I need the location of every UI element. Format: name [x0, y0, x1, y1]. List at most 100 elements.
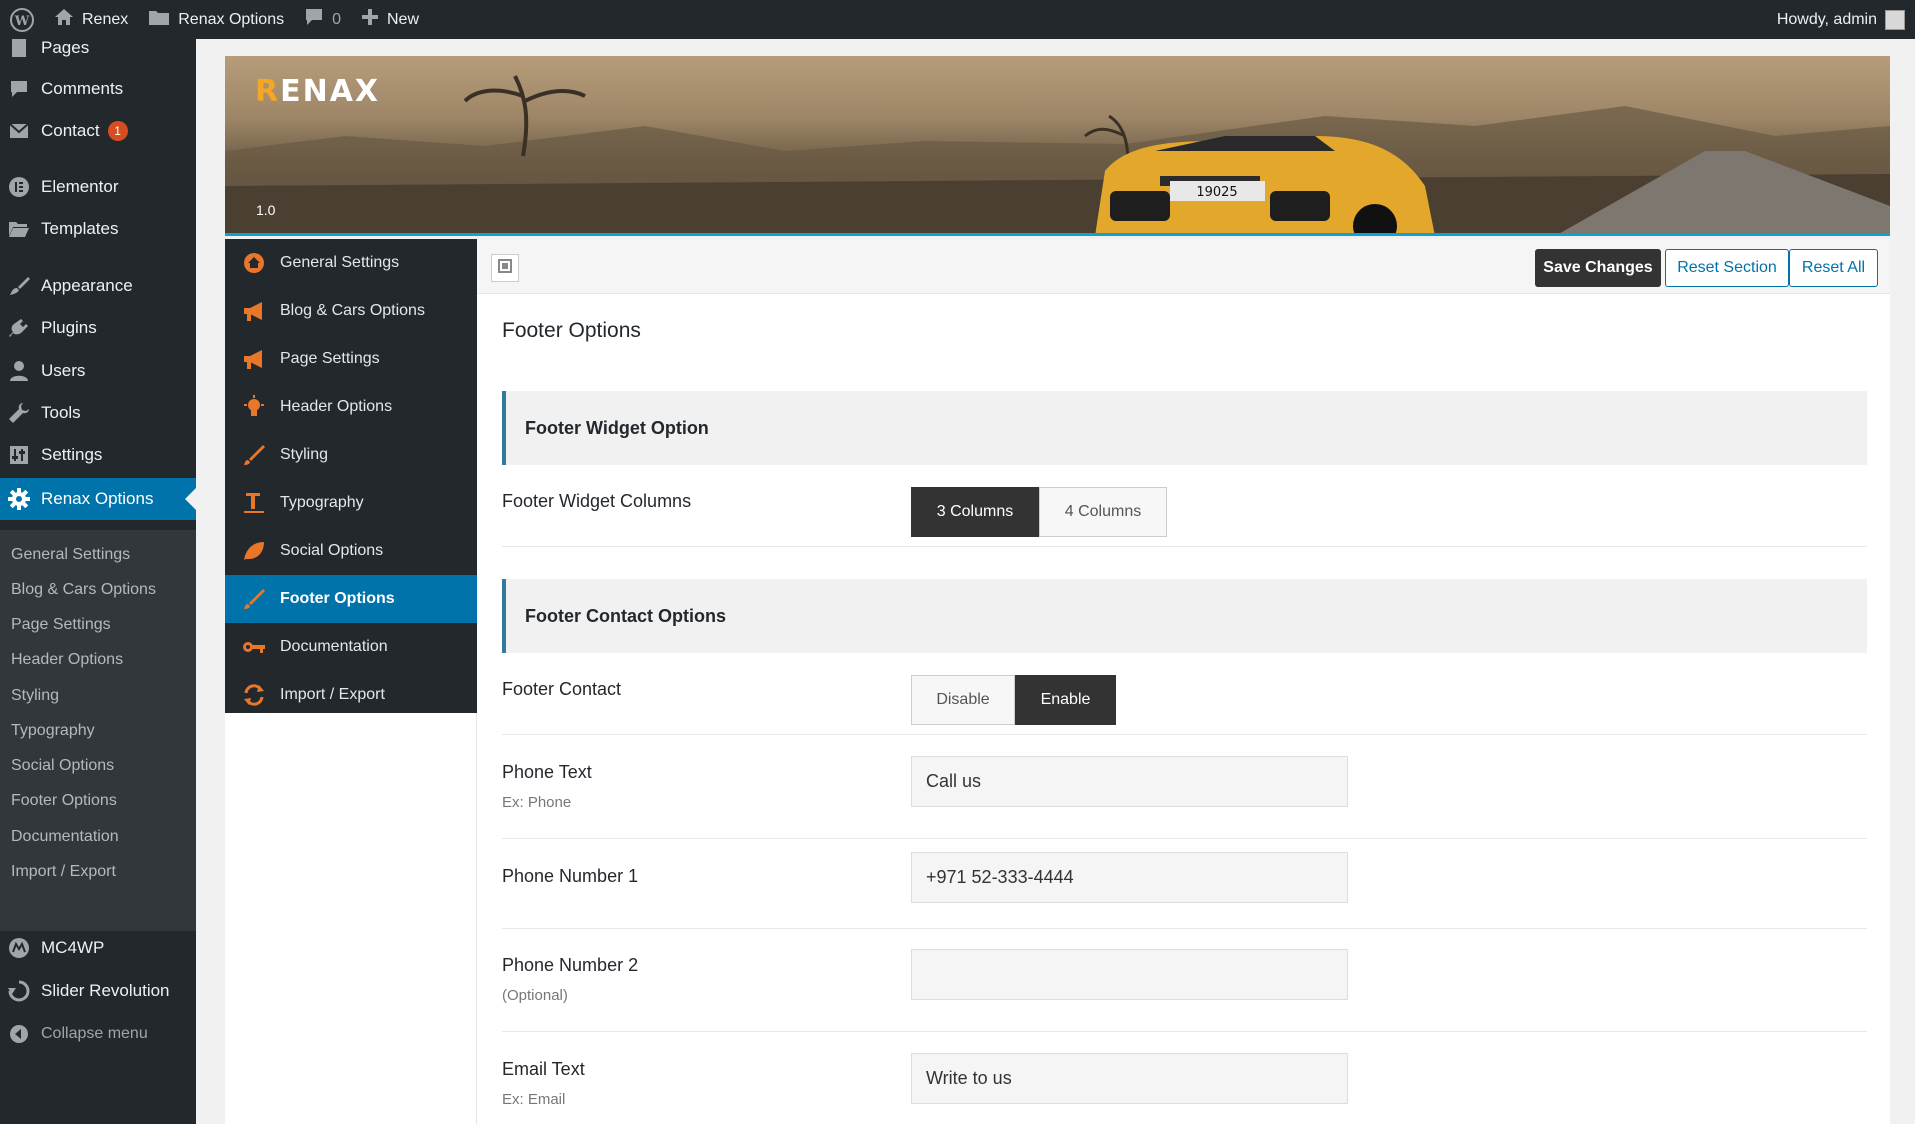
- key-icon: [241, 634, 267, 660]
- submenu-item-header-options[interactable]: Header Options: [11, 645, 123, 675]
- opt-nav-social-options[interactable]: Social Options: [225, 527, 477, 575]
- phone-text-label: Phone Text: [502, 762, 592, 782]
- megaphone-icon: [241, 346, 267, 372]
- site-name-link[interactable]: Renex: [44, 0, 138, 39]
- avatar: [1885, 9, 1905, 30]
- opt-nav-footer-options[interactable]: Footer Options: [225, 575, 477, 623]
- wrench-icon: [8, 402, 30, 424]
- opt-nav-blog-cars-options[interactable]: Blog & Cars Options: [225, 287, 477, 335]
- opt-nav-label: Page Settings: [280, 350, 380, 367]
- expand-options-button[interactable]: [491, 254, 519, 282]
- phone-text-description: Ex: Phone: [502, 794, 572, 811]
- settings-sliders-icon: [8, 444, 30, 466]
- submenu-item-typography[interactable]: Typography: [11, 716, 95, 746]
- save-changes-button[interactable]: Save Changes: [1535, 249, 1661, 287]
- reset-section-button[interactable]: Reset Section: [1665, 249, 1789, 287]
- divider: [502, 734, 1867, 735]
- menu-item-renax-options[interactable]: Renax Options: [0, 478, 196, 520]
- opt-nav-typography[interactable]: Typography: [225, 479, 477, 527]
- my-account[interactable]: Howdy, admin: [1776, 9, 1915, 30]
- phone-number-2-input[interactable]: [911, 949, 1348, 1000]
- submenu-item-social-options[interactable]: Social Options: [11, 751, 114, 781]
- menu-item-plugins[interactable]: Plugins: [0, 307, 196, 349]
- phone-number-1-input[interactable]: [911, 852, 1348, 903]
- plus-icon: [361, 8, 379, 31]
- new-content-link[interactable]: New: [351, 0, 429, 39]
- reset-all-button[interactable]: Reset All: [1789, 249, 1878, 287]
- renax-options-submenu: General Settings Blog & Cars Options Pag…: [0, 530, 196, 931]
- menu-item-appearance[interactable]: Appearance: [0, 265, 196, 307]
- menu-item-users[interactable]: Users: [0, 350, 196, 392]
- phone-text-input[interactable]: [911, 756, 1348, 807]
- submenu-item-footer-options[interactable]: Footer Options: [11, 786, 117, 816]
- plug-icon: [8, 317, 30, 339]
- opt-nav-general-settings[interactable]: General Settings: [225, 239, 477, 287]
- menu-label-elementor: Elementor: [41, 177, 119, 196]
- opt-nav-header-options[interactable]: Header Options: [225, 383, 477, 431]
- lightbulb-icon: [241, 394, 267, 420]
- opt-nav-styling[interactable]: Styling: [225, 431, 477, 479]
- wordpress-logo-icon[interactable]: W: [0, 0, 44, 39]
- leaf-icon: [241, 538, 267, 564]
- options-main-panel: Save Changes Reset Section Reset All Foo…: [477, 239, 1890, 1124]
- text-height-icon: [241, 490, 267, 516]
- menu-label-tools: Tools: [41, 403, 81, 422]
- menu-label-mc4wp: MC4WP: [41, 938, 105, 957]
- submenu-item-documentation[interactable]: Documentation: [11, 822, 119, 852]
- menu-label-collapse: Collapse menu: [41, 1025, 148, 1042]
- menu-item-comments[interactable]: Comments: [0, 68, 196, 110]
- email-text-input[interactable]: [911, 1053, 1348, 1104]
- renax-logo: RENAX: [255, 74, 381, 109]
- footer-contact-enable-option[interactable]: Enable: [1015, 675, 1116, 725]
- menu-item-mc4wp[interactable]: MC4WP: [0, 927, 196, 969]
- menu-label-settings: Settings: [41, 445, 103, 464]
- footer-widget-group-header: Footer Widget Option: [502, 391, 1867, 465]
- footer-contact-disable-option[interactable]: Disable: [911, 675, 1015, 725]
- menu-item-settings[interactable]: Settings: [0, 434, 196, 476]
- opt-nav-import-export[interactable]: Import / Export: [225, 671, 477, 719]
- divider: [502, 928, 1867, 929]
- opt-nav-documentation[interactable]: Documentation: [225, 623, 477, 671]
- phone-number-1-label: Phone Number 1: [502, 866, 639, 886]
- footer-contact-group-header: Footer Contact Options: [502, 579, 1867, 653]
- folder-open-icon: [8, 218, 30, 240]
- options-toolbar: Save Changes Reset Section Reset All: [477, 239, 1890, 294]
- brush-icon: [241, 442, 267, 468]
- menu-item-contact[interactable]: Contact 1: [0, 110, 196, 152]
- options-banner: 19025 RENAX 1.0: [225, 56, 1890, 236]
- three-columns-option[interactable]: 3 Columns: [911, 487, 1039, 537]
- submenu-item-general-settings[interactable]: General Settings: [11, 540, 130, 570]
- howdy-label: Howdy, admin: [1776, 10, 1877, 28]
- options-nav: General Settings Blog & Cars Options Pag…: [225, 239, 477, 713]
- options-nav-filler: [225, 713, 477, 1124]
- contact-count-badge: 1: [107, 121, 128, 141]
- home-circle-icon: [241, 250, 267, 276]
- menu-item-elementor[interactable]: Elementor: [0, 166, 196, 208]
- divider: [502, 838, 1867, 839]
- svg-text:W: W: [14, 14, 30, 29]
- renax-options-label: Renax Options: [178, 10, 285, 28]
- comments-link[interactable]: 0: [294, 0, 351, 39]
- menu-label-appearance: Appearance: [41, 276, 133, 295]
- menu-label-comments: Comments: [41, 79, 124, 98]
- renax-options-link[interactable]: Renax Options: [138, 0, 294, 39]
- paintbrush-icon: [8, 275, 30, 297]
- submenu-item-blog-cars-options[interactable]: Blog & Cars Options: [11, 575, 156, 605]
- submenu-item-page-settings[interactable]: Page Settings: [11, 610, 111, 640]
- submenu-item-styling[interactable]: Styling: [11, 681, 59, 711]
- home-icon: [54, 8, 74, 31]
- phone-number-2-description: (Optional): [502, 987, 568, 1004]
- menu-item-tools[interactable]: Tools: [0, 392, 196, 434]
- elementor-icon: [8, 176, 30, 198]
- menu-item-slider-revolution[interactable]: Slider Revolution: [0, 970, 196, 1012]
- collapse-arrow-icon: [8, 1023, 30, 1045]
- divider: [502, 1031, 1867, 1032]
- collapse-menu-button[interactable]: Collapse menu: [0, 1013, 196, 1055]
- footer-widget-columns-label: Footer Widget Columns: [502, 491, 692, 511]
- pages-icon: [8, 37, 30, 59]
- divider: [502, 546, 1867, 547]
- submenu-item-import-export[interactable]: Import / Export: [11, 857, 116, 887]
- menu-item-templates[interactable]: Templates: [0, 208, 196, 250]
- opt-nav-page-settings[interactable]: Page Settings: [225, 335, 477, 383]
- four-columns-option[interactable]: 4 Columns: [1039, 487, 1167, 537]
